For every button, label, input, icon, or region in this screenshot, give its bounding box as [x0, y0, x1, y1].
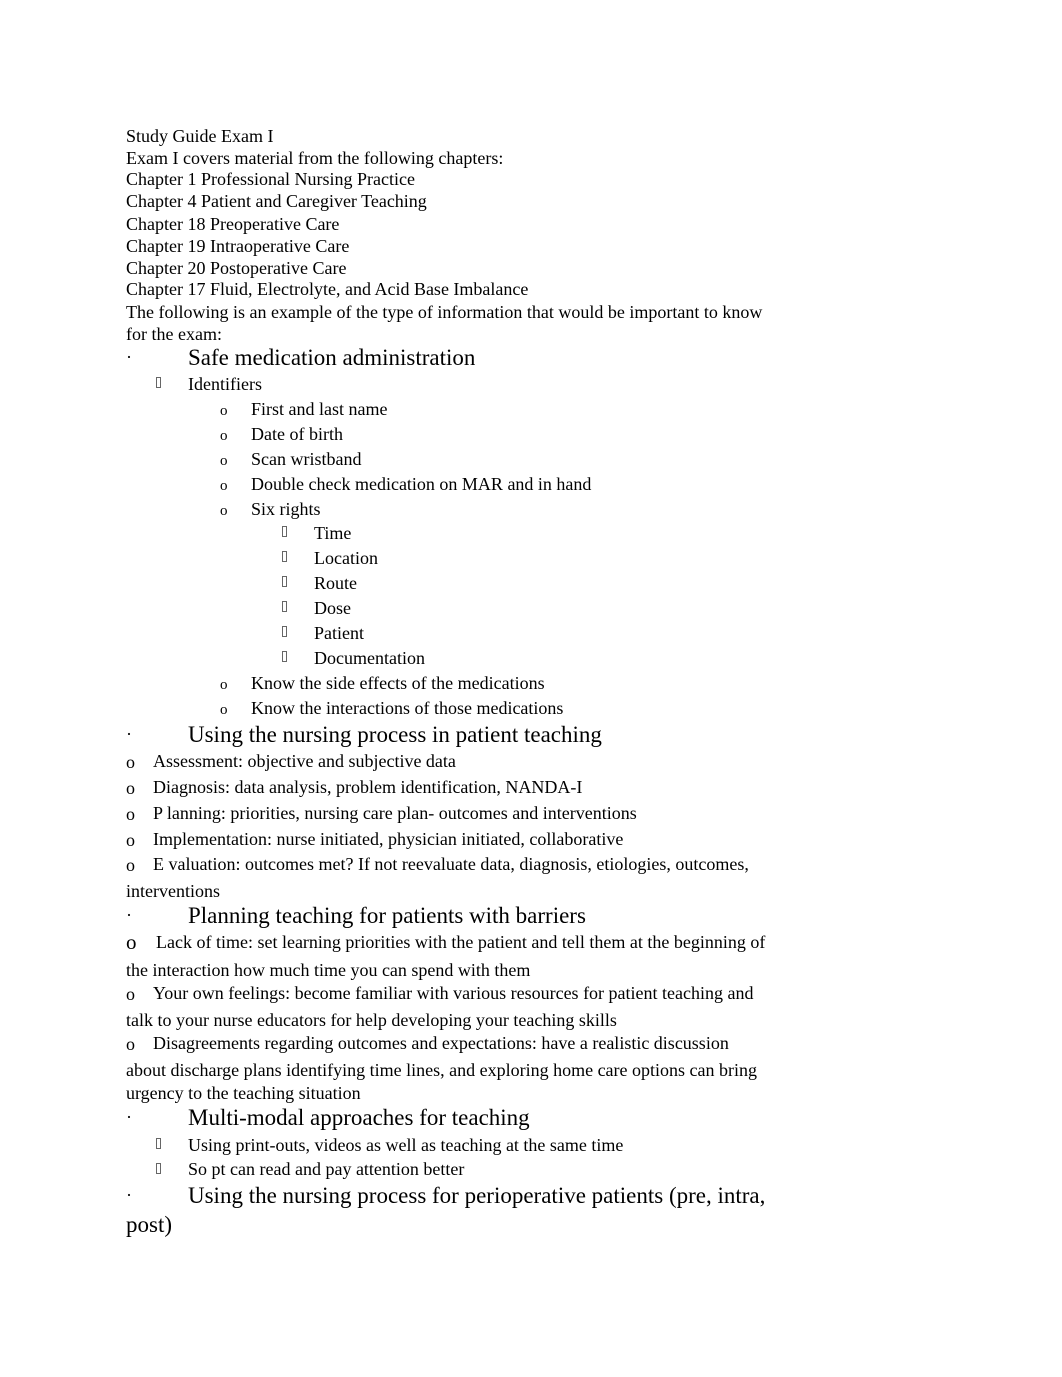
chapter-item: Chapter 20 Postoperative Care [126, 258, 347, 278]
list-item: Assessment: objective and subjective dat… [153, 751, 456, 771]
bullet-circle-icon: o [220, 702, 228, 718]
list-item-continuation: talk to your nurse educators for help de… [126, 1010, 617, 1030]
list-item: Identifiers [188, 374, 262, 394]
section-heading: Using the nursing process in patient tea… [188, 722, 602, 747]
list-item: E valuation: outcomes met? If not reeval… [153, 854, 749, 874]
bullet-circle-icon: o [220, 677, 228, 693]
bullet-circle-icon: o [126, 778, 135, 798]
intro-text: Exam I covers material from the followin… [126, 148, 504, 168]
list-item: Scan wristband [251, 449, 362, 469]
chapter-item: Chapter 17 Fluid, Electrolyte, and Acid … [126, 279, 529, 299]
chapter-item: Chapter 4 Patient and Caregiver Teaching [126, 191, 427, 211]
list-item: Route [314, 573, 357, 593]
section-heading: Planning teaching for patients with barr… [188, 903, 586, 928]
bullet-circle-icon: o [126, 830, 135, 850]
bullet-circle-icon: o [126, 930, 137, 954]
section-heading: Safe medication administration [188, 345, 476, 370]
bullet-circle-icon: o [220, 453, 228, 469]
list-item: Know the side effects of the medications [251, 673, 545, 693]
bullet-circle-icon: o [126, 1034, 135, 1054]
list-item: So pt can read and pay attention better [188, 1159, 465, 1179]
bullet-circle-icon: o [220, 428, 228, 444]
bullet-dot-icon: · [126, 1185, 132, 1205]
section-heading-continuation: post) [126, 1212, 172, 1237]
chapter-item: Chapter 19 Intraoperative Care [126, 236, 350, 256]
bullet-square-icon [282, 523, 287, 545]
list-item: Dose [314, 598, 351, 618]
list-item: Implementation: nurse initiated, physici… [153, 829, 624, 849]
bullet-square-icon [156, 1160, 161, 1182]
note-text: The following is an example of the type … [126, 302, 763, 322]
bullet-circle-icon: o [220, 503, 228, 519]
list-item: Using print-outs, videos as well as teac… [188, 1135, 624, 1155]
bullet-circle-icon: o [126, 984, 135, 1004]
chapter-item: Chapter 1 Professional Nursing Practice [126, 169, 415, 189]
list-item: Double check medication on MAR and in ha… [251, 474, 592, 494]
list-item: Your own feelings: become familiar with … [153, 983, 754, 1003]
list-item-continuation: the interaction how much time you can sp… [126, 960, 531, 980]
list-item-continuation: about discharge plans identifying time l… [126, 1060, 758, 1080]
bullet-circle-icon: o [126, 855, 135, 875]
list-item: Documentation [314, 648, 425, 668]
bullet-square-icon [282, 548, 287, 570]
bullet-circle-icon: o [220, 478, 228, 494]
list-item: First and last name [251, 399, 388, 419]
list-item: P lanning: priorities, nursing care plan… [153, 803, 637, 823]
section-heading: Using the nursing process for perioperat… [188, 1183, 766, 1208]
bullet-circle-icon: o [220, 403, 228, 419]
bullet-square-icon [282, 573, 287, 595]
list-item: Six rights [251, 499, 321, 519]
list-item: Date of birth [251, 424, 343, 444]
bullet-square-icon [282, 648, 287, 670]
bullet-dot-icon: · [126, 905, 132, 925]
chapter-item: Chapter 18 Preoperative Care [126, 214, 340, 234]
list-item: Time [314, 523, 352, 543]
list-item: Lack of time: set learning priorities wi… [156, 932, 766, 952]
bullet-square-icon [282, 598, 287, 620]
bullet-dot-icon: · [126, 347, 132, 367]
list-item-continuation: urgency to the teaching situation [126, 1083, 361, 1103]
list-item: Location [314, 548, 378, 568]
section-heading: Multi-modal approaches for teaching [188, 1105, 530, 1130]
note-text: for the exam: [126, 324, 222, 344]
bullet-dot-icon: · [126, 724, 132, 744]
document-title: Study Guide Exam I [126, 126, 274, 146]
bullet-dot-icon: · [126, 1107, 132, 1127]
list-item: Diagnosis: data analysis, problem identi… [153, 777, 583, 797]
bullet-circle-icon: o [126, 804, 135, 824]
bullet-square-icon [282, 623, 287, 645]
list-item: Patient [314, 623, 364, 643]
list-item-continuation: interventions [126, 881, 220, 901]
bullet-square-icon [156, 1135, 161, 1157]
list-item: Know the interactions of those medicatio… [251, 698, 564, 718]
list-item: Disagreements regarding outcomes and exp… [153, 1033, 729, 1053]
bullet-circle-icon: o [126, 752, 135, 772]
bullet-square-icon [156, 374, 161, 396]
